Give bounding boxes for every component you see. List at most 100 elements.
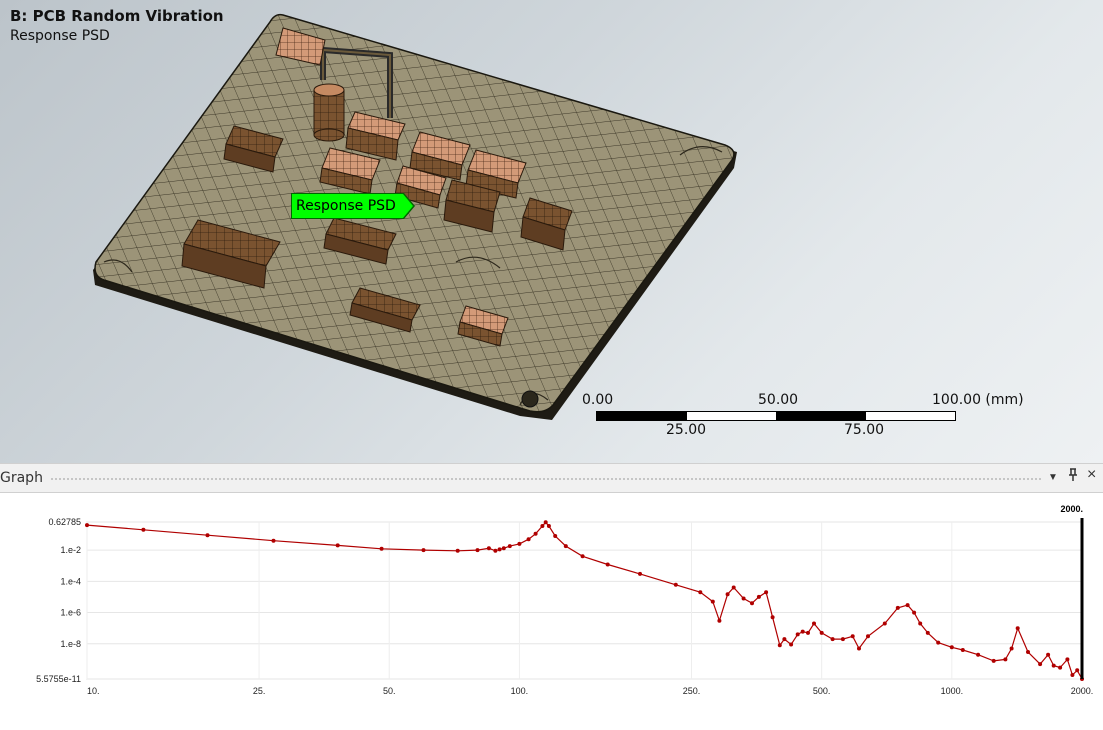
psd-data-point [777,643,782,648]
psd-data-point [501,546,506,551]
psd-data-point [533,531,538,536]
psd-data-point [710,599,715,604]
psd-data-point [756,594,761,599]
psd-data-point [205,533,210,538]
psd-data-point [379,546,384,551]
psd-data-point [812,621,816,626]
psd-data-point [725,592,730,597]
psd-data-point [770,615,775,620]
y-tick-label: 1.e-6 [60,608,81,618]
psd-data-point [731,585,736,590]
psd-data-point [1038,662,1043,667]
psd-data-point [960,648,965,652]
psd-data-point [1009,646,1014,651]
plot-frame [86,521,1083,680]
psd-data-point [936,640,941,645]
psd-data-point [1065,657,1070,662]
psd-data-point [546,524,551,528]
psd-data-point [507,544,512,549]
x-tick-label: 25. [253,686,266,696]
psd-data-point [673,582,678,587]
analysis-title: B: PCB Random Vibration [10,7,224,25]
psd-data-point [455,548,460,553]
psd-data-point [1003,657,1008,662]
psd-data-point [421,548,426,553]
x-tick-label: 10. [87,686,100,696]
close-icon[interactable]: × [1087,466,1096,484]
scale-label-75: 75.00 [844,422,885,438]
psd-data-point [866,634,870,639]
chevron-down-icon[interactable]: ▼ [1048,472,1058,483]
y-tick-label: 1.e-4 [60,576,81,586]
psd-data-point [1026,650,1030,654]
psd-data-point [271,538,276,543]
psd-data-point [698,590,703,595]
x-tick-label: 2000. [1071,686,1094,696]
psd-data-point [1075,668,1080,673]
y-tick-label: 1.e-8 [60,639,81,649]
psd-data-point [526,537,531,542]
psd-data-point [789,642,794,647]
psd-data-point [517,541,522,546]
psd-data-point [991,658,996,663]
psd-data-point [850,634,855,639]
psd-data-point [840,637,845,642]
psd-data-point [895,605,900,610]
psd-data-point [912,610,917,615]
psd-data-point [905,603,910,608]
psd-data-point [543,520,548,525]
psd-data-point [580,554,585,559]
psd-chart: 0.62785 1.e-2 1.e-4 1.e-6 1.e-8 5.5755e-11 10.… [36,504,1094,696]
psd-data-point [553,534,558,538]
psd-data-point [638,571,642,576]
x-tick-label: 50. [383,686,396,696]
psd-data-point [830,637,835,642]
psd-data-point [497,547,502,552]
scale-label-25: 25.00 [666,422,707,438]
psd-data-point [918,621,923,626]
psd-data-point [605,562,610,567]
psd-data-point [782,637,787,642]
psd-data-point [335,543,340,548]
psd-data-point [882,621,887,626]
psd-data-point [819,630,824,635]
x-tick-label: 100. [511,686,529,696]
psd-data-point [925,630,930,635]
scale-label-50: 50.00 [758,392,799,408]
panel-drag-grip[interactable] [50,477,1041,481]
result-name: Response PSD [10,28,110,44]
psd-data-point [1051,663,1056,668]
psd-data-point [949,645,954,650]
x-tick-label: 1000. [941,686,964,696]
scale-label-0: 0.00 [582,392,614,408]
psd-data-point [800,629,805,634]
psd-data-point [540,524,545,528]
psd-data-point [717,618,722,623]
y-tick-label: 5.5755e-11 [36,674,81,684]
psd-data-point [795,632,800,637]
psd-data-point [486,546,491,551]
psd-data-point [1058,665,1063,670]
psd-data-point [764,590,769,595]
psd-data-point [563,544,568,549]
y-tick-label: 0.62785 [48,517,81,527]
psd-data-point [475,548,480,553]
x-tick-label: 250. [683,686,701,696]
model-viewport[interactable]: B: PCB Random Vibration Response PSD Res… [0,0,1103,463]
psd-data-point [857,646,861,651]
psd-data-point [1046,652,1051,657]
psd-data-point [141,527,146,532]
pin-icon[interactable] [1067,468,1079,485]
cursor-label: 2000. [1060,504,1083,514]
psd-data-point [976,652,981,657]
scale-label-100: 100.00 (mm) [932,392,1024,408]
psd-data-point [85,523,89,528]
x-tick-label: 500. [813,686,831,696]
psd-data-point [1015,626,1020,631]
psd-data-point [1070,673,1075,677]
psd-data-point [741,596,746,601]
response-psd-probe-label[interactable]: Response PSD [291,193,415,219]
graph-area: 0.62785 1.e-2 1.e-4 1.e-6 1.e-8 5.5755e-11 10.… [0,493,1103,725]
graph-panel-header: Graph ▼ × [0,463,1103,493]
graph-panel-title: Graph [0,470,43,486]
